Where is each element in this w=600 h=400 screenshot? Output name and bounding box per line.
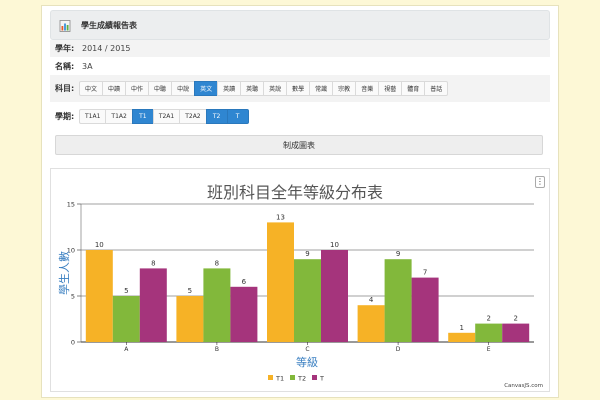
subject-button-11[interactable]: 宗教 — [332, 81, 357, 96]
report-form: 學年: 2014 / 2015 名稱: 3A 科目: 中文 中讀 中作 中聽 中說 英文英… — [50, 40, 550, 130]
subject-button-group: 中文 中讀 中作 中聽 中說 英文 英讀 英聽 英說 數學 常識 宗教 音樂 視藝 體育 普話 — [79, 81, 449, 96]
report-icon — [59, 20, 71, 32]
kebab-menu-icon: ⋮ — [536, 177, 544, 186]
chart-menu-button[interactable]: ⋮ — [535, 176, 545, 188]
name-value: 3A — [82, 61, 93, 71]
chart-container — [50, 168, 550, 392]
term-button-1[interactable]: T1A2 — [105, 108, 133, 124]
term-button-group: T1A1 T1A2 T1 T2A1 T2A2 T2 T — [79, 108, 249, 124]
year-value: 2014 / 2015 — [82, 44, 131, 53]
subject-button-2[interactable]: 中作 — [125, 81, 150, 96]
subject-button-10[interactable]: 常識 — [309, 81, 334, 96]
subject-button-14[interactable]: 體育 — [401, 81, 426, 96]
term-button-2[interactable]: T1 — [131, 108, 154, 124]
subject-button-0[interactable]: 中文 — [79, 81, 104, 96]
subject-button-9[interactable]: 數學 — [286, 81, 311, 96]
term-row: 學期: T1A1 T1A2 T1 T2A1 T2A2 T2 T — [50, 102, 550, 130]
subject-row: 科目: 中文 中讀 中作 中聽 中說 英文 英讀 英聽 英說 數學 常識 宗教 音樂 視藝 體育 普話 — [50, 75, 550, 102]
term-button-3[interactable]: T2A1 — [152, 108, 181, 124]
subject-label: 科目: — [55, 84, 75, 93]
subject-button-6[interactable]: 英讀 — [217, 81, 242, 96]
name-label: 名稱: — [55, 61, 75, 71]
panel-header: 學生成績報告表 — [50, 10, 550, 40]
term-button-4[interactable]: T2A2 — [179, 108, 207, 124]
subject-button-4[interactable]: 中說 — [171, 81, 196, 96]
generate-chart-button[interactable]: 制成圖表 — [55, 135, 543, 155]
subject-button-13[interactable]: 視藝 — [378, 81, 403, 96]
subject-button-7[interactable]: 英聽 — [240, 81, 265, 96]
page-title: 學生成績報告表 — [81, 21, 137, 30]
subject-button-15[interactable]: 普話 — [424, 81, 449, 96]
year-label: 學年: — [55, 44, 75, 53]
year-row: 學年: 2014 / 2015 — [50, 40, 550, 57]
term-button-5[interactable]: T2 — [205, 108, 228, 124]
subject-button-8[interactable]: 英說 — [263, 81, 288, 96]
subject-button-3[interactable]: 中聽 — [148, 81, 173, 96]
subject-button-12[interactable]: 音樂 — [355, 81, 380, 96]
term-button-0[interactable]: T1A1 — [79, 108, 107, 124]
term-button-6[interactable]: T — [226, 108, 249, 124]
name-row: 名稱: 3A — [50, 57, 550, 75]
subject-button-5[interactable]: 英文 — [194, 81, 219, 96]
subject-button-1[interactable]: 中讀 — [102, 81, 127, 96]
term-label: 學期: — [55, 111, 75, 121]
